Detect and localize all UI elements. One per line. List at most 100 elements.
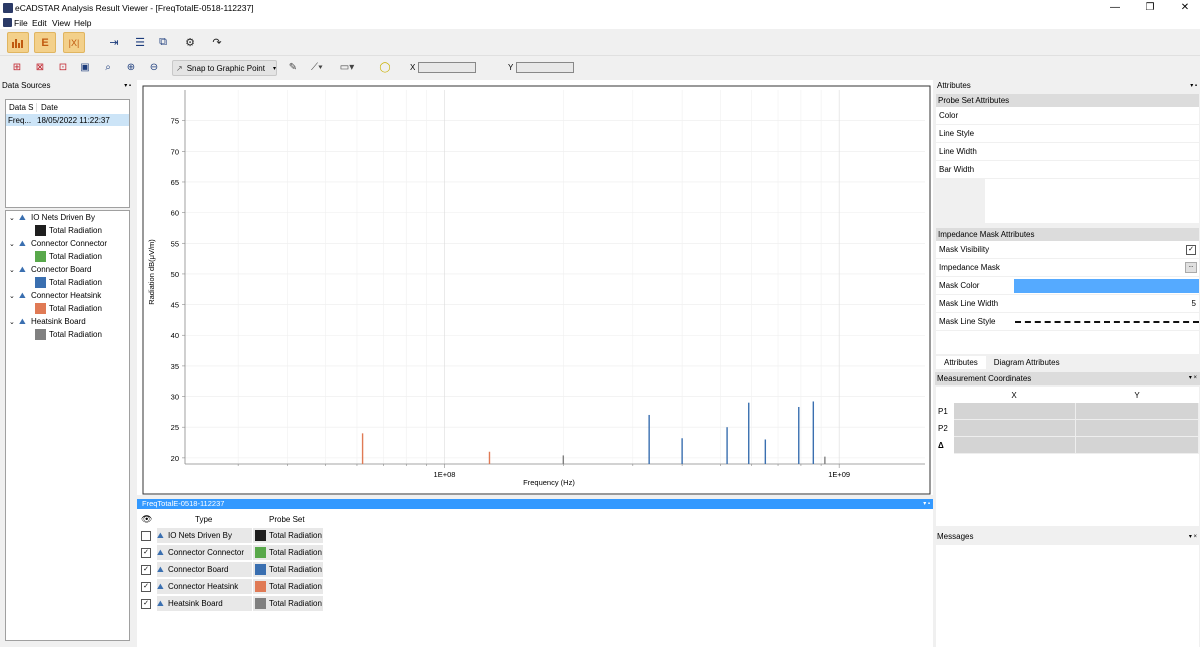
col-date[interactable]: Date [37, 103, 58, 112]
bar-mark[interactable] [798, 406, 800, 464]
results-row[interactable]: ✓ ⛰ Heatsink Board Total Radiation [141, 595, 323, 612]
data-source-row[interactable]: Freq... 18/05/2022 11:22:37 [6, 114, 129, 126]
results-row[interactable]: ✓ ⛰ Connector Heatsink Total Radiation [141, 578, 323, 595]
tree-group[interactable]: ⌄ ⛰ Connector Board [6, 263, 129, 276]
pin-icon[interactable]: ▾ × [1189, 374, 1197, 381]
visibility-checkbox[interactable]: ✓ [141, 547, 151, 558]
pin-icon[interactable]: ▾ ▪ [923, 499, 930, 509]
tree-group[interactable]: ⌄ ⛰ Connector Connector [6, 237, 129, 250]
zoom-out-icon[interactable]: ⊖ [147, 60, 161, 74]
delta-y-cell[interactable] [1076, 437, 1199, 454]
tree-probe-item[interactable]: Total Radiation [6, 276, 129, 289]
expand-icon[interactable]: ⌄ [9, 318, 19, 326]
bar-mark[interactable] [812, 401, 815, 464]
results-row[interactable]: ⛰ IO Nets Driven By Total Radiation [141, 527, 323, 544]
fit-y-icon[interactable]: ⊡ [56, 60, 70, 74]
menu-view[interactable]: View [52, 18, 70, 28]
probe-tree[interactable]: ⌄ ⛰ IO Nets Driven By Total Radiation ⌄ ⛰ Conn… [5, 210, 130, 641]
chart-frame [142, 85, 931, 495]
chart-view-icon[interactable] [7, 32, 29, 53]
menu-help[interactable]: Help [74, 18, 91, 28]
zoom-icon[interactable]: ⌕ [101, 60, 115, 74]
area-tool-icon[interactable]: ▭▾ [340, 60, 354, 74]
line-tool-icon[interactable]: ⟋▾ [310, 60, 324, 74]
results-probe-label: Total Radiation [269, 531, 322, 540]
editor-icon[interactable]: E [34, 32, 56, 53]
p2-x-cell[interactable] [953, 420, 1077, 437]
results-row[interactable]: ✓ ⛰ Connector Connector Total Radiation [141, 544, 323, 561]
tree-probe-item[interactable]: Total Radiation [6, 328, 129, 341]
visibility-checkbox[interactable]: ✓ [141, 581, 151, 592]
export-icon[interactable]: ☰ [132, 34, 148, 50]
radiation-chart[interactable]: 20 25 30 35 40 45 50 55 60 65 70 75 1E+08 1E+09 Frequ… [137, 80, 933, 495]
probe-icon[interactable]: ↷ [209, 34, 225, 50]
mask-line-width-value[interactable]: 5 [1192, 299, 1196, 308]
menu-file[interactable]: File [14, 18, 28, 28]
delta-x-cell[interactable] [953, 437, 1077, 454]
mask-visibility-checkbox[interactable]: ✓ [1186, 244, 1196, 255]
tree-group[interactable]: ⌄ ⛰ Connector Heatsink [6, 289, 129, 302]
data-sources-list[interactable]: Data S Date Freq... 18/05/2022 11:22:37 [5, 99, 130, 208]
import-icon[interactable]: ⇥ [106, 34, 122, 50]
tree-group[interactable]: ⌄ ⛰ Heatsink Board [6, 315, 129, 328]
visibility-checkbox[interactable]: ✓ [141, 564, 151, 575]
col-data[interactable]: Data S [6, 102, 37, 112]
settings-icon[interactable]: ⚙ [182, 34, 198, 50]
tree-probe-item[interactable]: Total Radiation [6, 224, 129, 237]
p1-y-cell[interactable] [1076, 403, 1199, 420]
bar-mark[interactable] [764, 439, 767, 464]
p2-y-cell[interactable] [1076, 420, 1199, 437]
expand-icon[interactable]: ⌄ [9, 266, 19, 274]
fit-x-icon[interactable]: ⊠ [33, 60, 47, 74]
menu-edit[interactable]: Edit [32, 18, 47, 28]
bar-mark[interactable] [681, 438, 683, 464]
bar-mark[interactable] [824, 456, 826, 464]
mask-line-style-value[interactable] [1014, 320, 1199, 323]
tab-diagram-attributes[interactable]: Diagram Attributes [986, 356, 1068, 369]
probe-attr-row[interactable]: Color [936, 107, 1199, 125]
expand-icon[interactable]: ⌄ [9, 240, 19, 248]
y-coordinate-field[interactable] [516, 62, 574, 73]
mask-color-swatch[interactable] [1014, 278, 1199, 293]
close-button[interactable]: ✕ [1175, 2, 1195, 13]
bar-mark[interactable] [361, 433, 364, 464]
pin-icon[interactable]: ▾ ▪ [1190, 82, 1197, 89]
bar-mark[interactable] [748, 402, 750, 464]
table-view-icon[interactable]: |X| [63, 32, 85, 53]
tab-attributes[interactable]: Attributes [936, 356, 986, 369]
fit-view-icon[interactable]: ▣ [78, 60, 92, 74]
merge-icon[interactable]: ⧉ [155, 34, 171, 50]
p1-x-cell[interactable] [953, 403, 1077, 420]
bar-mark[interactable] [726, 427, 728, 464]
pin-icon[interactable]: ▾ × [1189, 533, 1197, 540]
probe-attr-row[interactable]: Line Style [936, 125, 1199, 143]
zoom-in-icon[interactable]: ⊕ [124, 60, 138, 74]
visibility-checkbox[interactable]: ✓ [141, 598, 151, 609]
messages-list[interactable] [936, 545, 1199, 647]
tree-group[interactable]: ⌄ ⛰ IO Nets Driven By [6, 211, 129, 224]
probe-attr-row[interactable]: Line Width [936, 143, 1199, 161]
results-tab-header[interactable]: FreqTotalE-0518-112237 ▾ ▪ [137, 499, 933, 509]
expand-icon[interactable]: ⌄ [9, 214, 19, 222]
fit-all-icon[interactable]: ⊞ [10, 60, 24, 74]
x-coordinate-field[interactable] [418, 62, 476, 73]
ruler-icon[interactable]: ✎ [286, 60, 300, 74]
col-probe-set: Probe Set [269, 515, 305, 524]
snap-to-graphic-point-button[interactable]: ↗ Snap to Graphic Point ▾ [172, 60, 277, 76]
visibility-checkbox[interactable] [141, 530, 151, 541]
pin-icon[interactable]: ▾ ▪ [124, 82, 131, 89]
impedance-mask-button[interactable]: ... [1185, 262, 1197, 273]
results-row[interactable]: ✓ ⛰ Connector Board Total Radiation [141, 561, 323, 578]
bar-mark[interactable] [488, 451, 491, 464]
eye-icon[interactable]: 👁 [141, 514, 155, 525]
restore-button[interactable]: ❐ [1140, 2, 1160, 13]
bar-mark[interactable] [562, 455, 565, 464]
tree-probe-item[interactable]: Total Radiation [6, 302, 129, 315]
app-menu-icon[interactable] [3, 18, 12, 27]
probe-attr-row[interactable]: Bar Width [936, 161, 1199, 179]
tree-probe-item[interactable]: Total Radiation [6, 250, 129, 263]
marker-icon[interactable]: ◯ [378, 60, 392, 74]
minimize-button[interactable]: — [1105, 2, 1125, 13]
bar-mark[interactable] [648, 414, 650, 464]
expand-icon[interactable]: ⌄ [9, 292, 19, 300]
